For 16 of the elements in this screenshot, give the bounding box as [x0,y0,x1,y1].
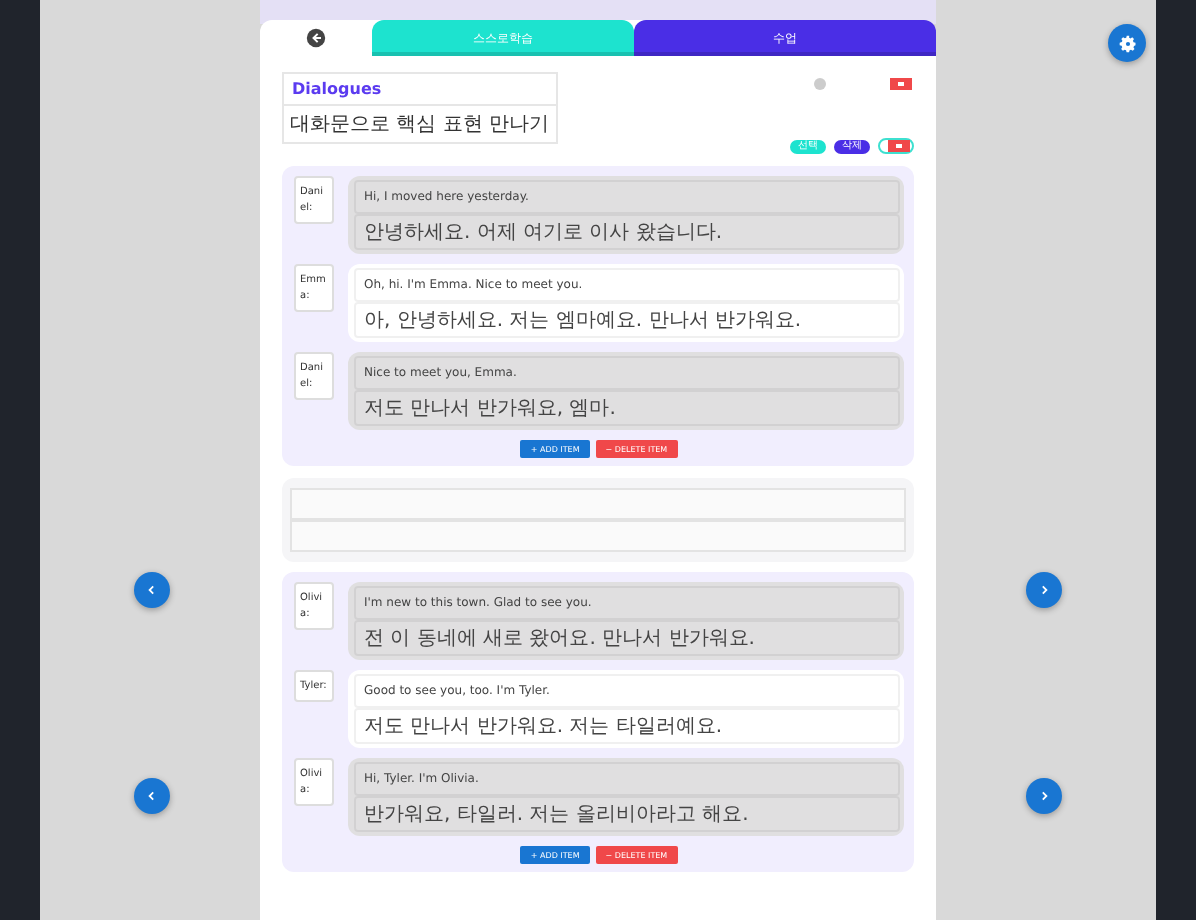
chevron-left-icon [146,584,158,596]
previous-button[interactable] [134,778,170,814]
chevron-right-icon [1038,790,1050,802]
settings-button[interactable] [1108,24,1146,62]
circle-icon [814,78,826,90]
delete-button[interactable] [890,78,912,90]
section-title: Dialogues [284,74,556,106]
back-arrow-icon [306,28,326,48]
delete-button[interactable] [888,140,910,152]
previous-button[interactable] [134,572,170,608]
next-button[interactable] [1026,572,1062,608]
section-subtitle: 대화문으로 핵심 표현 만나기 [288,112,552,140]
settings-icon [1117,33,1137,53]
chevron-right-icon [1038,584,1050,596]
next-button[interactable] [1026,778,1062,814]
chevron-left-icon [146,790,158,802]
